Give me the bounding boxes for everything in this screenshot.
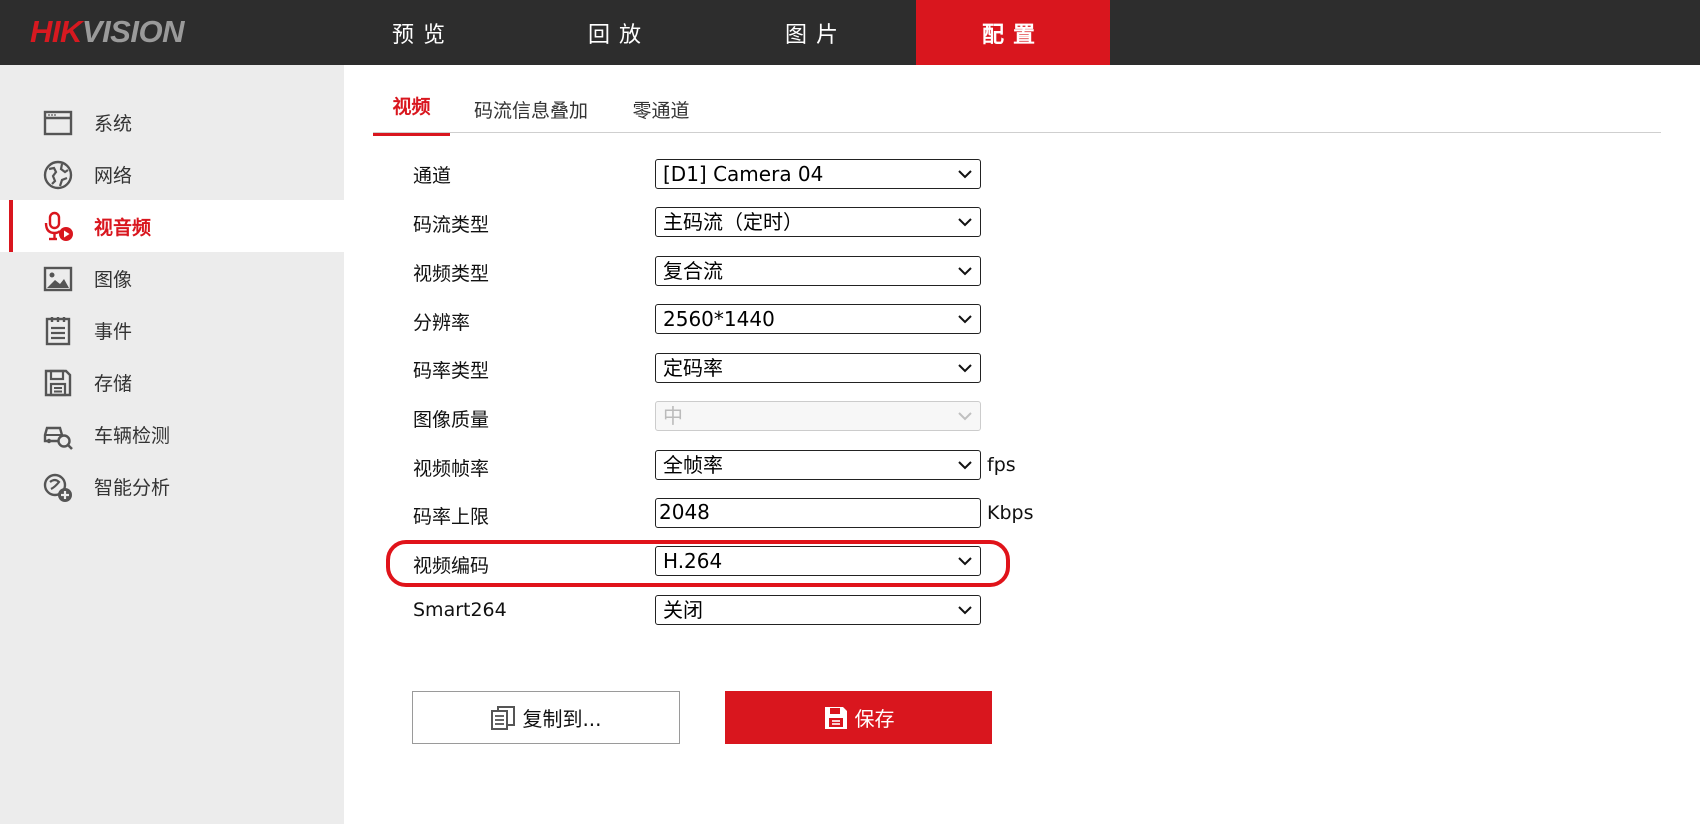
frame-rate-value: 全帧率 — [663, 453, 723, 477]
sidebar-item-vehicle-detection[interactable]: 车辆检测 — [0, 408, 344, 460]
video-encoding-value: H.264 — [663, 549, 723, 573]
image-icon — [43, 266, 73, 292]
chevron-down-icon — [958, 461, 972, 470]
sidebar-item-label: 事件 — [94, 320, 133, 343]
floppy-icon — [44, 369, 72, 397]
sidebar-item-label: 智能分析 — [94, 476, 171, 499]
image-quality-label: 图像质量 — [413, 409, 490, 431]
sidebar: 系统 网络 视音频 图像 事件 存储 车辆检测 智能分析 — [0, 65, 344, 824]
max-bitrate-unit: Kbps — [987, 502, 1034, 524]
smart264-label: Smart264 — [413, 599, 507, 621]
sidebar-item-label: 网络 — [94, 164, 133, 187]
nav-tab-playback[interactable]: 回放 — [522, 0, 716, 65]
video-encoding-label: 视频编码 — [413, 555, 490, 577]
nav-tab-picture[interactable]: 图片 — [719, 0, 913, 65]
chevron-down-icon — [958, 606, 972, 615]
sidebar-item-label: 视音频 — [94, 216, 152, 239]
tab-video[interactable]: 视频 — [373, 92, 450, 136]
save-icon — [824, 706, 847, 729]
chevron-down-icon — [958, 170, 972, 179]
window-icon — [43, 110, 73, 136]
nav-tab-configuration[interactable]: 配置 — [916, 0, 1110, 65]
top-navigation-bar: HIKVISION 预览 回放 图片 配置 — [0, 0, 1700, 65]
resolution-value: 2560*1440 — [663, 307, 775, 331]
max-bitrate-label: 码率上限 — [413, 506, 490, 528]
bitrate-type-select[interactable]: 定码率 — [655, 353, 981, 383]
sidebar-item-label: 车辆检测 — [94, 424, 171, 447]
nav-tab-preview[interactable]: 预览 — [326, 0, 520, 65]
sidebar-item-network[interactable]: 网络 — [0, 148, 344, 200]
save-label: 保存 — [854, 707, 895, 731]
smart264-select[interactable]: 关闭 — [655, 595, 981, 625]
frame-rate-unit: fps — [987, 454, 1016, 476]
channel-label: 通道 — [413, 165, 452, 187]
chevron-down-icon — [958, 412, 972, 421]
sidebar-item-system[interactable]: 系统 — [0, 96, 344, 148]
video-type-value: 复合流 — [663, 259, 723, 283]
image-quality-value: 中 — [663, 404, 683, 428]
chevron-down-icon — [958, 315, 972, 324]
sidebar-item-video-audio[interactable]: 视音频 — [0, 200, 344, 252]
sidebar-item-label: 图像 — [94, 268, 133, 291]
video-encoding-select[interactable]: H.264 — [655, 546, 981, 576]
analysis-icon — [43, 473, 72, 502]
video-type-select[interactable]: 复合流 — [655, 256, 981, 286]
save-button[interactable]: 保存 — [725, 691, 992, 744]
resolution-label: 分辨率 — [413, 312, 471, 334]
list-icon — [45, 317, 71, 346]
copy-to-button[interactable]: 复制到... — [412, 691, 680, 744]
frame-rate-label: 视频帧率 — [413, 458, 490, 480]
image-quality-select: 中 — [655, 401, 981, 431]
chevron-down-icon — [958, 557, 972, 566]
sidebar-item-label: 存储 — [94, 372, 133, 395]
hikvision-logo: HIKVISION — [30, 14, 184, 49]
stream-type-label: 码流类型 — [413, 214, 490, 236]
frame-rate-select[interactable]: 全帧率 — [655, 450, 981, 480]
tab-stream-overlay[interactable]: 码流信息叠加 — [466, 94, 596, 135]
max-bitrate-input[interactable]: 2048 — [655, 498, 981, 528]
bitrate-type-value: 定码率 — [663, 356, 723, 380]
copy-to-label: 复制到... — [522, 707, 602, 731]
stream-type-select[interactable]: 主码流（定时） — [655, 207, 981, 237]
chevron-down-icon — [958, 267, 972, 276]
resolution-select[interactable]: 2560*1440 — [655, 304, 981, 334]
sidebar-item-event[interactable]: 事件 — [0, 304, 344, 356]
tab-zero-channel[interactable]: 零通道 — [626, 94, 696, 135]
mic-video-icon — [44, 211, 73, 241]
video-type-label: 视频类型 — [413, 263, 490, 285]
stream-type-value: 主码流（定时） — [663, 210, 803, 234]
sidebar-item-image[interactable]: 图像 — [0, 252, 344, 304]
smart264-value: 关闭 — [663, 598, 703, 622]
channel-value: [D1] Camera 04 — [663, 162, 824, 186]
chevron-down-icon — [958, 218, 972, 227]
sidebar-item-label: 系统 — [94, 112, 133, 135]
bitrate-type-label: 码率类型 — [413, 360, 490, 382]
copy-icon — [491, 705, 516, 730]
channel-select[interactable]: [D1] Camera 04 — [655, 159, 981, 189]
car-search-icon — [43, 426, 73, 450]
sidebar-item-smart-analysis[interactable]: 智能分析 — [0, 460, 344, 512]
sidebar-item-storage[interactable]: 存储 — [0, 356, 344, 408]
globe-icon — [43, 160, 73, 190]
chevron-down-icon — [958, 364, 972, 373]
